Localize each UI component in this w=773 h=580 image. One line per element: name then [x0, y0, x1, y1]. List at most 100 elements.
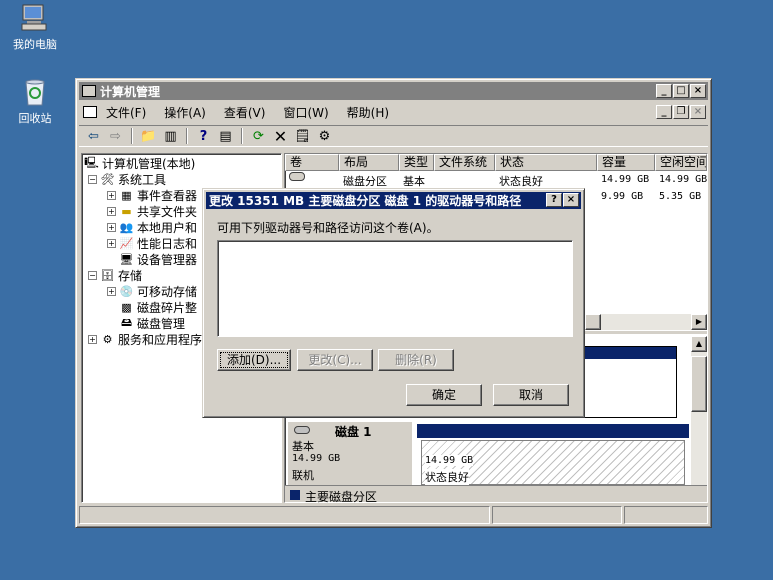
tree-label: 服务和应用程序: [118, 332, 203, 347]
tree-item-shared-folders[interactable]: + ▬ 共享文件夹: [107, 203, 197, 219]
tools-icon: 🛠: [100, 172, 115, 186]
scroll-up-icon[interactable]: ▲: [691, 336, 707, 352]
storage-icon: 🗄: [100, 268, 115, 282]
menu-view[interactable]: 查看(V): [215, 104, 275, 121]
column-header-filesystem[interactable]: 文件系统: [434, 154, 495, 171]
delete-icon[interactable]: ✕: [271, 127, 290, 146]
toolbar-separator: [186, 128, 188, 144]
tree-label: 设备管理器: [137, 252, 198, 267]
title-bar[interactable]: 计算机管理 _ □ ×: [79, 82, 708, 100]
status-bar: [79, 506, 708, 524]
tree-item-storage[interactable]: − 🗄 存储: [88, 267, 142, 283]
desktop-icon-label: 我的电脑: [13, 38, 57, 51]
desktop-icon-my-computer[interactable]: 我的电脑: [0, 2, 70, 52]
tree-item-perf-logs[interactable]: + 📈 性能日志和: [107, 235, 197, 251]
users-icon: 👥: [119, 220, 134, 234]
ok-button[interactable]: 确定: [406, 384, 482, 406]
performance-icon: 📈: [119, 236, 134, 250]
dialog-description: 可用下列驱动器号和路径访问这个卷(A)。: [217, 221, 439, 235]
column-header-status[interactable]: 状态: [495, 154, 597, 171]
collapse-icon[interactable]: −: [88, 270, 97, 280]
column-header-type[interactable]: 类型: [399, 154, 434, 171]
partition-size: 14.99 GB: [425, 455, 474, 466]
change-button[interactable]: 更改(C)...: [297, 349, 373, 371]
tree-label: 磁盘碎片整: [137, 300, 198, 315]
tree-item-event-viewer[interactable]: + ▦ 事件查看器: [107, 187, 197, 203]
menu-help[interactable]: 帮助(H): [338, 104, 398, 121]
event-viewer-icon: ▦: [121, 188, 132, 202]
tree-item-local-users[interactable]: + 👥 本地用户和: [107, 219, 197, 235]
vscroll-thumb[interactable]: [691, 356, 707, 412]
menu-file[interactable]: 文件(F): [97, 104, 155, 121]
tree-item-device-manager[interactable]: 🖥 设备管理器: [119, 251, 198, 267]
back-icon[interactable]: ⇦: [84, 127, 103, 145]
child-close-button[interactable]: ×: [690, 105, 706, 119]
vertical-scrollbar[interactable]: ▲ ▼: [691, 336, 707, 501]
cancel-button[interactable]: 取消: [493, 384, 569, 406]
expand-icon[interactable]: +: [88, 334, 97, 344]
tree-item-system-tools[interactable]: − 🛠 系统工具: [88, 171, 166, 187]
change-drive-letter-dialog: 更改 15351 MB 主要磁盘分区 磁盘 1 的驱动器号和路径 ? × 可用下…: [202, 188, 585, 418]
expand-icon[interactable]: +: [107, 286, 116, 296]
settings-icon[interactable]: ⚙: [315, 127, 334, 145]
close-button[interactable]: ×: [690, 84, 706, 98]
column-header-volume[interactable]: 卷: [285, 154, 339, 171]
menu-action[interactable]: 操作(A): [155, 104, 215, 121]
show-tree-icon[interactable]: ▥: [161, 127, 180, 145]
dialog-title: 更改 15351 MB 主要磁盘分区 磁盘 1 的驱动器号和路径: [209, 194, 522, 208]
tree-label: 本地用户和: [137, 220, 198, 235]
drive-path-list[interactable]: [217, 240, 573, 337]
minimize-button[interactable]: _: [656, 84, 672, 98]
tree-item-root[interactable]: 🖳 计算机管理(本地): [84, 155, 195, 171]
child-minimize-button[interactable]: _: [656, 105, 672, 119]
tree-label: 事件查看器: [137, 188, 198, 203]
toolbar: ⇦ ⇨ 📁 ▥ ? ▤ ⟳ ✕ 🗒 ⚙: [79, 125, 708, 147]
expand-icon[interactable]: +: [107, 238, 116, 248]
refresh-icon[interactable]: ⟳: [249, 127, 268, 145]
column-header-free-space[interactable]: 空闲空间: [655, 154, 707, 171]
tree-label: 计算机管理(本地): [102, 156, 196, 171]
dialog-close-button[interactable]: ×: [563, 193, 579, 207]
tree-item-disk-management[interactable]: 🖴 磁盘管理: [119, 315, 185, 331]
scroll-right-icon[interactable]: ▶: [691, 314, 707, 330]
add-button[interactable]: 添加(D)...: [217, 349, 291, 371]
cell-layout: 磁盘分区: [343, 175, 387, 188]
tree-item-services[interactable]: + ⚙ 服务和应用程序: [88, 331, 202, 347]
desktop-icon-recycle-bin[interactable]: 回收站: [0, 76, 70, 126]
maximize-button[interactable]: □: [673, 84, 689, 98]
expand-icon[interactable]: +: [107, 190, 116, 200]
tree-label: 性能日志和: [137, 236, 198, 251]
scroll-thumb[interactable]: [585, 314, 601, 330]
partition-header-bar: [417, 424, 689, 438]
dialog-title-bar[interactable]: 更改 15351 MB 主要磁盘分区 磁盘 1 的驱动器号和路径 ? ×: [206, 192, 581, 209]
help-button[interactable]: ?: [546, 193, 562, 207]
expand-icon[interactable]: +: [107, 206, 116, 216]
recycle-bin-icon: [19, 76, 51, 108]
properties-view-icon[interactable]: ▤: [216, 127, 235, 145]
remove-button[interactable]: 删除(R): [378, 349, 454, 371]
disk-size: 14.99 GB: [292, 453, 341, 464]
child-restore-button[interactable]: ❐: [673, 105, 689, 119]
device-manager-icon: 🖥: [119, 252, 134, 266]
removable-storage-icon: 💿: [119, 284, 134, 298]
column-header-capacity[interactable]: 容量: [597, 154, 655, 171]
partition-block[interactable]: 14.99 GB 状态良好: [421, 440, 685, 485]
tree-item-removable-storage[interactable]: + 💿 可移动存储: [107, 283, 197, 299]
tree-label: 可移动存储: [137, 284, 198, 299]
column-header-layout[interactable]: 布局: [339, 154, 399, 171]
computer-icon: 🖳: [84, 155, 99, 169]
collapse-icon[interactable]: −: [88, 174, 97, 184]
forward-icon[interactable]: ⇨: [106, 127, 125, 145]
disk-name: 磁盘 1: [335, 425, 372, 439]
menu-window[interactable]: 窗口(W): [274, 104, 337, 121]
tree-label: 系统工具: [118, 172, 167, 187]
help-icon[interactable]: ?: [194, 127, 213, 145]
expand-icon[interactable]: +: [107, 222, 116, 232]
legend-label: 主要磁盘分区: [305, 490, 378, 504]
status-section-1: [79, 506, 490, 524]
tree-label: 磁盘管理: [137, 316, 186, 331]
cell-free-space: 5.35 GB: [659, 191, 702, 202]
disk-info-panel[interactable]: 磁盘 1 基本 14.99 GB 联机: [288, 422, 412, 486]
up-icon[interactable]: 📁: [139, 127, 158, 145]
properties-icon[interactable]: 🗒: [293, 127, 312, 145]
